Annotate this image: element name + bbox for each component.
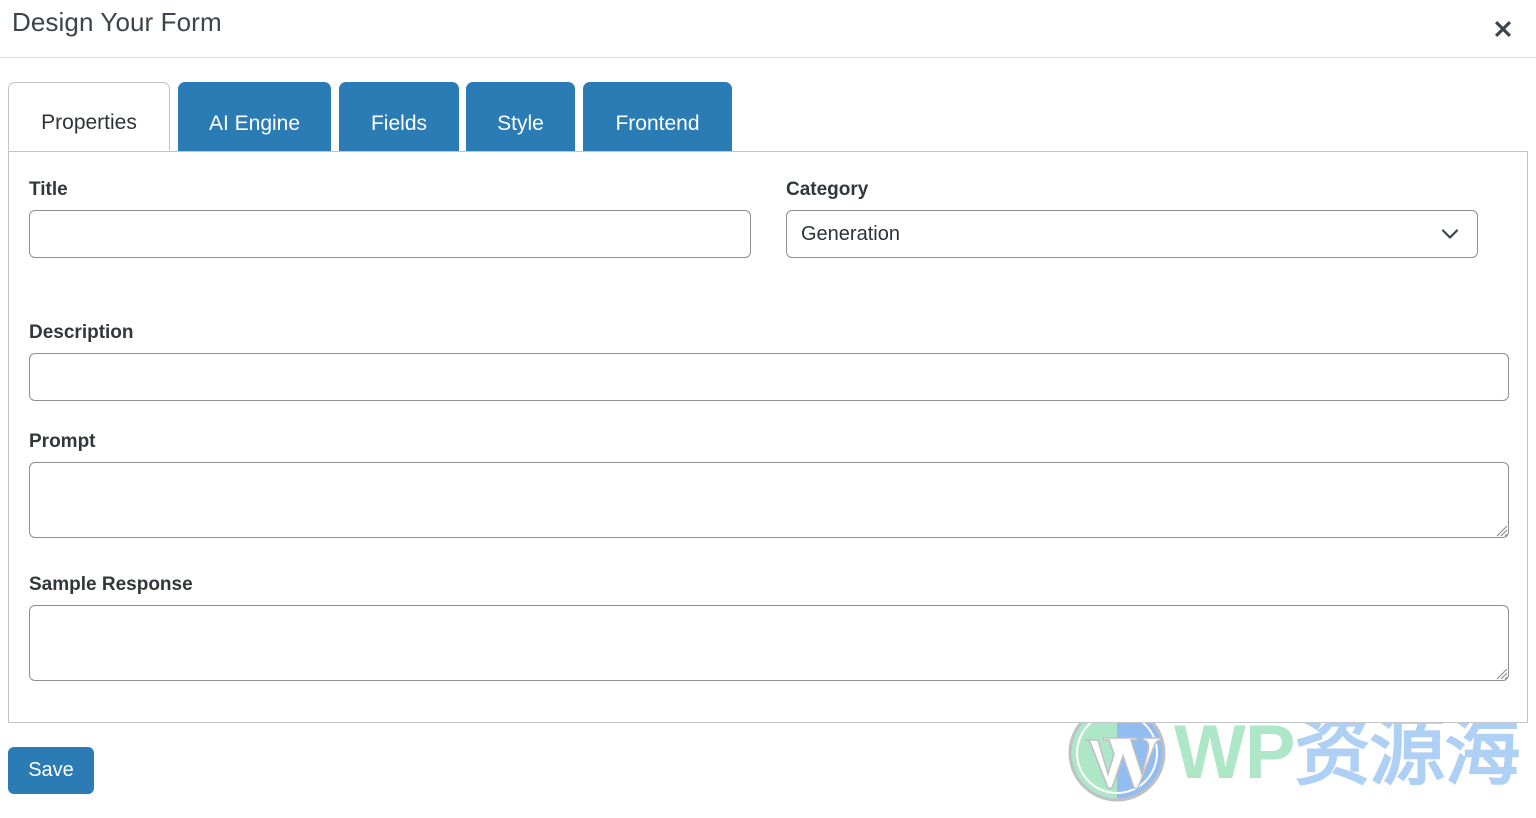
tab-fields[interactable]: Fields <box>339 82 459 151</box>
modal-dialog: Design Your Form Properties AI Engine Fi… <box>0 0 1536 818</box>
page-title: Design Your Form <box>12 7 222 37</box>
tab-properties[interactable]: Properties <box>8 82 170 151</box>
tab-label: Style <box>497 112 544 135</box>
title-label: Title <box>29 179 68 200</box>
modal-header: Design Your Form <box>0 0 1536 58</box>
tab-label: AI Engine <box>208 112 301 135</box>
properties-panel: Title Category Generation Description Pr… <box>8 151 1528 723</box>
category-selected-value: Generation <box>801 222 900 245</box>
prompt-textarea[interactable] <box>29 462 1509 538</box>
save-button[interactable]: Save <box>8 747 94 794</box>
tab-strip: Properties AI Engine Fields Style Fronte… <box>0 82 1536 152</box>
tab-style[interactable]: Style <box>466 82 575 151</box>
tab-label: Properties <box>41 111 137 134</box>
sample-response-label: Sample Response <box>29 574 193 595</box>
category-label: Category <box>786 179 869 200</box>
chevron-down-icon <box>1439 223 1461 245</box>
tab-frontend[interactable]: Frontend <box>583 82 732 151</box>
tab-label: Frontend <box>615 112 700 135</box>
description-input[interactable] <box>29 353 1509 401</box>
close-x-icon <box>1490 16 1516 42</box>
description-label: Description <box>29 322 134 343</box>
title-input[interactable] <box>29 210 751 258</box>
tab-label: Fields <box>370 112 428 135</box>
prompt-label: Prompt <box>29 431 96 452</box>
sample-response-textarea[interactable] <box>29 605 1509 681</box>
tab-ai-engine[interactable]: AI Engine <box>178 82 331 151</box>
close-button[interactable] <box>1484 10 1522 48</box>
category-select[interactable]: Generation <box>786 210 1478 258</box>
